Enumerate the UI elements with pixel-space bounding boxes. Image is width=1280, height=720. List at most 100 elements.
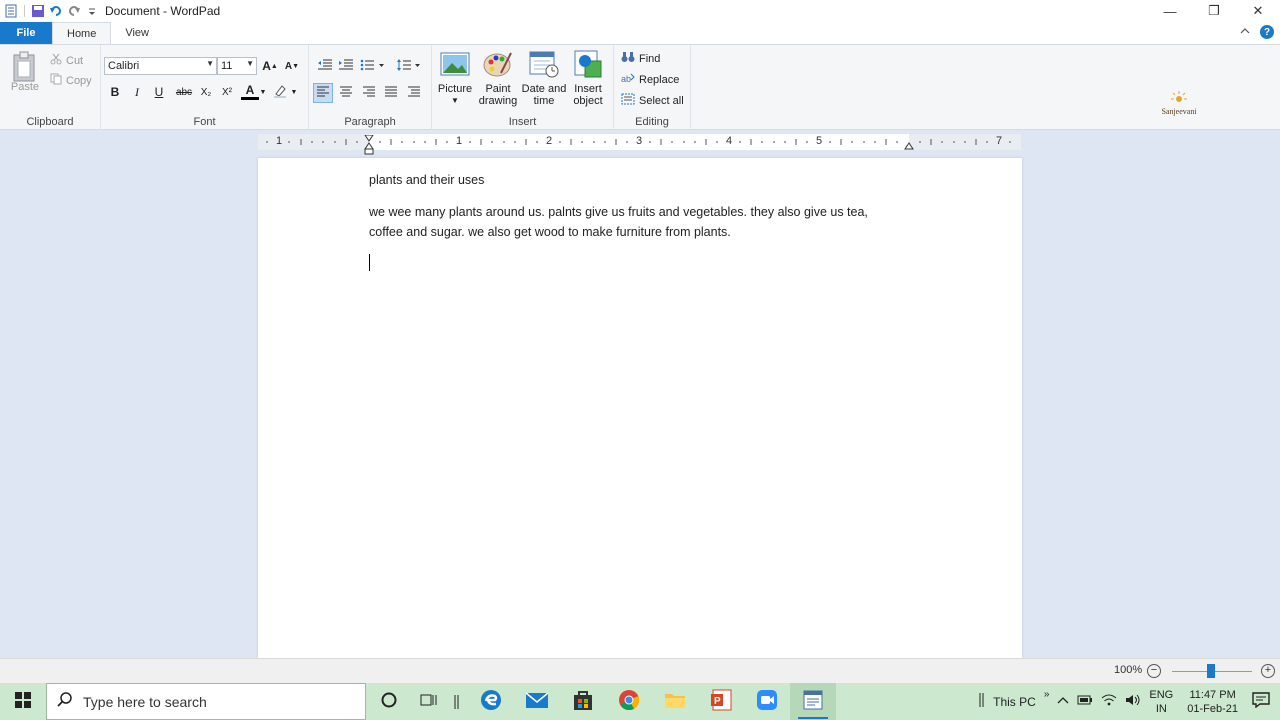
select-all-button[interactable]: Select all [621,93,684,108]
file-explorer-button[interactable] [652,683,698,720]
document-line: plants and their uses [369,173,485,187]
sanjeevani-logo: Sanjeevani [1158,90,1200,120]
align-right-button[interactable] [359,83,379,103]
notifications-icon[interactable] [1252,691,1270,712]
ruler-number: 4 [725,135,733,147]
battery-icon[interactable] [1077,694,1093,710]
date-time-button[interactable]: Date and time [520,49,568,107]
first-line-indent-marker[interactable] [364,134,374,158]
bold-button[interactable]: B [106,83,124,101]
zoom-slider-thumb[interactable] [1207,664,1215,678]
wordpad-app-icon[interactable] [4,4,18,18]
zoom-out-button[interactable]: − [1147,664,1161,678]
toolbar-expand-icon[interactable]: » [1044,688,1050,702]
tab-view[interactable]: View [111,22,163,44]
svg-text:ab: ab [621,74,631,84]
customize-toolbar-icon[interactable] [85,4,99,18]
taskbar-search-box[interactable]: Type here to search [46,683,366,720]
zoom-button[interactable] [744,683,790,720]
tab-file[interactable]: File [0,22,52,44]
chrome-button[interactable] [606,683,652,720]
taskbar: Type here to search P This PC » ENG IN 1… [0,683,1280,720]
chevron-down-icon: ▼ [206,59,214,68]
font-size-select[interactable]: 11 ▼ [217,57,257,75]
chevron-down-icon: ▼ [451,96,459,105]
replace-button[interactable]: ab Replace [621,72,679,87]
wifi-icon[interactable] [1101,693,1117,711]
bullets-button[interactable] [359,56,387,76]
paragraph-icon [407,86,421,101]
align-left-icon [316,86,330,101]
help-icon[interactable]: ? [1260,25,1274,39]
binoculars-icon [621,51,635,66]
task-view-button[interactable] [412,683,446,720]
minimize-button[interactable]: — [1148,0,1192,22]
taskbar-divider-icon [446,683,468,720]
grow-font-button[interactable]: A ▲ [261,57,279,75]
copy-button[interactable]: Copy [50,73,92,88]
right-indent-marker[interactable] [904,141,914,153]
font-family-select[interactable]: Calibri ▼ [104,57,217,75]
tab-right-controls: ? [1240,25,1274,39]
line-spacing-button[interactable] [395,56,423,76]
cortana-button[interactable] [366,683,412,720]
document-page[interactable]: plants and their uses we wee many plants… [258,158,1022,658]
paint-drawing-button[interactable]: Paint drawing [476,49,520,107]
clock[interactable]: 11:47 PM 01-Feb-21 [1187,688,1238,716]
this-pc-toolbar[interactable]: This PC [993,695,1036,709]
undo-icon[interactable] [49,4,63,18]
paste-button[interactable]: Paste [8,51,42,93]
restore-button[interactable]: ❐ [1192,0,1236,22]
highlight-button[interactable] [271,83,289,101]
shrink-font-button[interactable]: A ▼ [283,57,301,75]
cortana-circle-icon [381,692,397,711]
decrease-indent-icon [317,58,333,75]
tab-home[interactable]: Home [52,22,112,44]
cut-button[interactable]: Cut [50,53,83,68]
justify-button[interactable] [381,83,401,103]
decrease-indent-button[interactable] [315,56,335,76]
align-left-button[interactable] [313,83,333,103]
font-group-label: Font [193,116,216,128]
save-icon[interactable] [31,4,45,18]
document-line: coffee and sugar. we also get wood to ma… [369,225,731,239]
collapse-ribbon-icon[interactable] [1240,26,1250,39]
find-button[interactable]: Find [621,51,660,66]
language-indicator[interactable]: ENG IN [1149,688,1173,716]
volume-icon[interactable] [1125,693,1141,711]
insert-object-button[interactable]: Insert object [568,49,608,107]
tray-divider-icon [979,692,985,711]
underline-button[interactable]: U [150,83,168,101]
chevron-down-icon[interactable]: ▼ [289,83,299,101]
select-all-label: Select all [639,94,684,107]
align-center-button[interactable] [336,83,356,103]
powerpoint-button[interactable]: P [698,683,744,720]
store-button[interactable] [560,683,606,720]
redo-icon[interactable] [67,4,81,18]
ruler-number: 7 [995,135,1003,147]
cut-label: Cut [66,54,84,67]
strikethrough-button[interactable]: abc [173,83,195,101]
superscript-button[interactable]: X² [218,83,236,101]
font-color-button[interactable]: A [241,83,259,100]
chevron-down-icon[interactable]: ▼ [258,83,268,101]
paragraph-settings-button[interactable] [404,83,424,103]
wordpad-taskbar-button[interactable] [790,683,836,720]
justify-icon [384,86,398,101]
edge-browser-button[interactable] [468,683,514,720]
italic-button[interactable]: I [128,83,146,101]
show-hidden-icons-chevron-icon[interactable] [1057,695,1069,709]
replace-icon: ab [621,72,635,87]
font-family-value: Calibri [108,60,140,72]
mail-button[interactable] [514,683,560,720]
picture-button[interactable]: Picture ▼ [436,49,474,107]
clock-time: 11:47 PM [1189,688,1236,701]
highlighter-icon [273,84,287,101]
close-button[interactable]: ✕ [1236,0,1280,22]
subscript-button[interactable]: X₂ [197,83,215,101]
increase-indent-button[interactable] [336,56,356,76]
scissors-icon [50,53,62,68]
zoom-in-button[interactable]: + [1261,664,1275,678]
ruler[interactable]: 1 1 2 3 4 5 7 [258,134,1021,155]
start-button[interactable] [0,683,46,720]
